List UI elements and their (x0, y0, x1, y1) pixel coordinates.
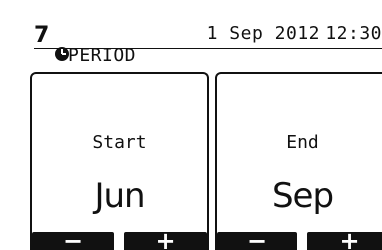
plus-icon: + (339, 227, 360, 250)
start-decrease-button[interactable]: − (32, 227, 114, 250)
page-title: PERIOD (68, 45, 137, 66)
minus-icon: − (246, 227, 268, 250)
end-decrease-button[interactable]: − (217, 227, 297, 250)
end-month-value: Sep (271, 176, 334, 216)
end-label: End (286, 132, 319, 153)
header: 7 PERIOD 1 Sep 2012 12:30 (0, 0, 382, 66)
start-label: Start (92, 132, 147, 153)
end-increase-button[interactable]: + (307, 227, 382, 250)
end-panel: End Sep − + (215, 72, 382, 250)
current-time: 12:30 (325, 23, 382, 44)
header-divider (34, 48, 382, 49)
period-icon: 7 (34, 23, 69, 64)
plus-icon: + (155, 227, 176, 250)
start-panel: Start Jun − + (30, 72, 209, 250)
start-increase-button[interactable]: + (124, 227, 207, 250)
period-settings-screen: 7 PERIOD 1 Sep 2012 12:30 Start Jun − + … (0, 0, 382, 250)
start-month-value: Jun (94, 176, 145, 216)
period-number: 7 (34, 23, 50, 48)
current-date: 1 Sep 2012 (206, 23, 320, 44)
minus-icon: − (62, 227, 84, 250)
